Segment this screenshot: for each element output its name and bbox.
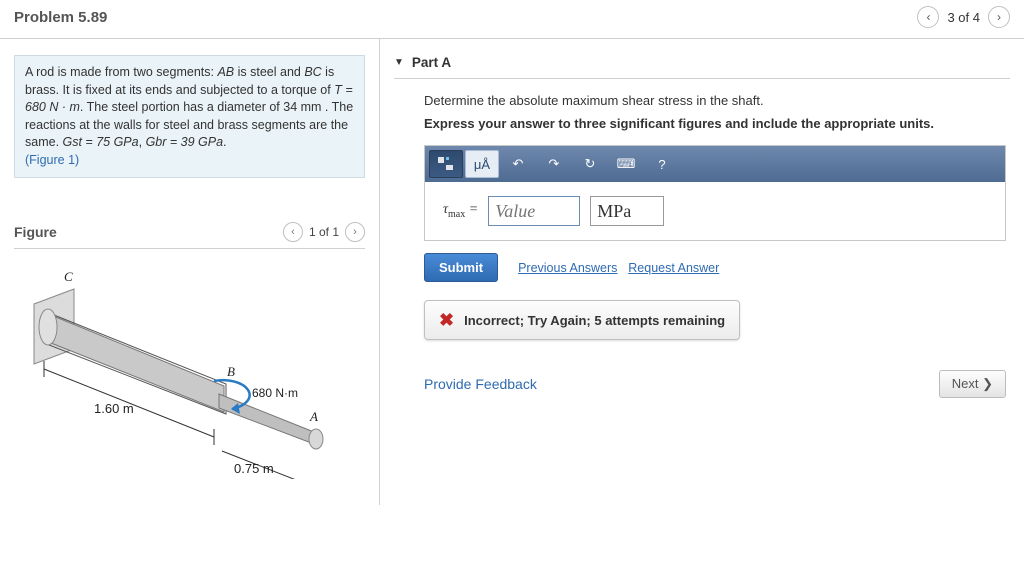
t: . The steel portion has a diameter of 34 xyxy=(80,100,301,114)
main-layout: A rod is made from two segments: AB is s… xyxy=(0,39,1024,505)
prev-problem-button[interactable]: ‹ xyxy=(917,6,939,28)
figure-header: Figure ‹ 1 of 1 › xyxy=(14,222,365,249)
seg-ab: AB xyxy=(217,65,234,79)
part-a-title: Part A xyxy=(412,55,451,70)
t: is steel and xyxy=(234,65,304,79)
t: , xyxy=(139,135,146,149)
answer-box: μÅ ↶ ↷ ↻ ⌨ ? τmax = xyxy=(424,145,1006,241)
request-answer-link[interactable]: Request Answer xyxy=(628,261,719,275)
part-a-body: Determine the absolute maximum shear str… xyxy=(394,79,1010,398)
submit-button[interactable]: Submit xyxy=(424,253,498,282)
chevron-left-icon: ‹ xyxy=(926,10,930,24)
units-input[interactable] xyxy=(590,196,664,226)
right-panel: ▼ Part A Determine the absolute maximum … xyxy=(380,39,1024,505)
incorrect-icon: ✖ xyxy=(439,311,454,329)
instruction-1: Determine the absolute maximum shear str… xyxy=(424,93,1006,108)
figure-next-button[interactable]: › xyxy=(345,222,365,242)
figure-canvas: C B A 1.60 m 0.75 m 680 N·m xyxy=(14,269,365,489)
reset-button[interactable]: ↻ xyxy=(573,150,607,178)
next-button[interactable]: Next ❯ xyxy=(939,370,1006,398)
tau-symbol: τmax = xyxy=(443,202,478,220)
templates-icon xyxy=(437,156,455,172)
figure-nav: ‹ 1 of 1 › xyxy=(283,222,365,242)
caret-down-icon: ▼ xyxy=(394,57,404,68)
previous-answers-link[interactable]: Previous Answers xyxy=(518,261,617,275)
figure-link[interactable]: (Figure 1) xyxy=(25,153,79,167)
figure-prev-button[interactable]: ‹ xyxy=(283,222,303,242)
figure-position: 1 of 1 xyxy=(309,225,339,239)
t: A rod is made from two segments: xyxy=(25,65,217,79)
provide-feedback-link[interactable]: Provide Feedback xyxy=(424,376,537,392)
prompt-text: A rod is made from two segments: AB is s… xyxy=(25,65,353,149)
gbr: Gbr = 39 GPa xyxy=(146,135,223,149)
part-a-header[interactable]: ▼ Part A xyxy=(394,55,1010,79)
rod-diagram-svg xyxy=(14,269,344,479)
bottom-row: Provide Feedback Next ❯ xyxy=(424,370,1006,398)
seg-bc: BC xyxy=(304,65,321,79)
label-len1: 1.60 m xyxy=(94,401,134,416)
problem-header: Problem 5.89 ‹ 3 of 4 › xyxy=(0,0,1024,39)
figure-title: Figure xyxy=(14,224,57,240)
templates-button[interactable] xyxy=(429,150,463,178)
t: . xyxy=(223,135,226,149)
label-a: A xyxy=(310,409,318,425)
label-c: C xyxy=(64,269,73,285)
keyboard-button[interactable]: ⌨ xyxy=(609,150,643,178)
problem-nav: ‹ 3 of 4 › xyxy=(917,6,1010,28)
label-b: B xyxy=(227,364,235,380)
chevron-right-icon: › xyxy=(997,10,1001,24)
instruction-2: Express your answer to three significant… xyxy=(424,116,1006,131)
value-input[interactable] xyxy=(488,196,580,226)
problem-position: 3 of 4 xyxy=(947,10,980,25)
submit-row: Submit Previous Answers Request Answer xyxy=(424,253,1006,282)
answer-row: τmax = xyxy=(425,182,1005,240)
problem-title: Problem 5.89 xyxy=(14,9,107,26)
mm: mm xyxy=(301,100,322,114)
feedback-box: ✖ Incorrect; Try Again; 5 attempts remai… xyxy=(424,300,740,340)
gst: Gst = 75 GPa xyxy=(63,135,139,149)
answer-toolbar: μÅ ↶ ↷ ↻ ⌨ ? xyxy=(425,146,1005,182)
undo-button[interactable]: ↶ xyxy=(501,150,535,178)
help-button[interactable]: ? xyxy=(645,150,679,178)
feedback-text: Incorrect; Try Again; 5 attempts remaini… xyxy=(464,313,725,328)
symbols-button[interactable]: μÅ xyxy=(465,150,499,178)
left-panel: A rod is made from two segments: AB is s… xyxy=(0,39,380,505)
label-len2: 0.75 m xyxy=(234,461,274,476)
redo-button[interactable]: ↷ xyxy=(537,150,571,178)
next-problem-button[interactable]: › xyxy=(988,6,1010,28)
problem-prompt: A rod is made from two segments: AB is s… xyxy=(14,55,365,178)
label-torque: 680 N·m xyxy=(252,386,298,400)
app-root: Problem 5.89 ‹ 3 of 4 › A rod is made fr… xyxy=(0,0,1024,505)
